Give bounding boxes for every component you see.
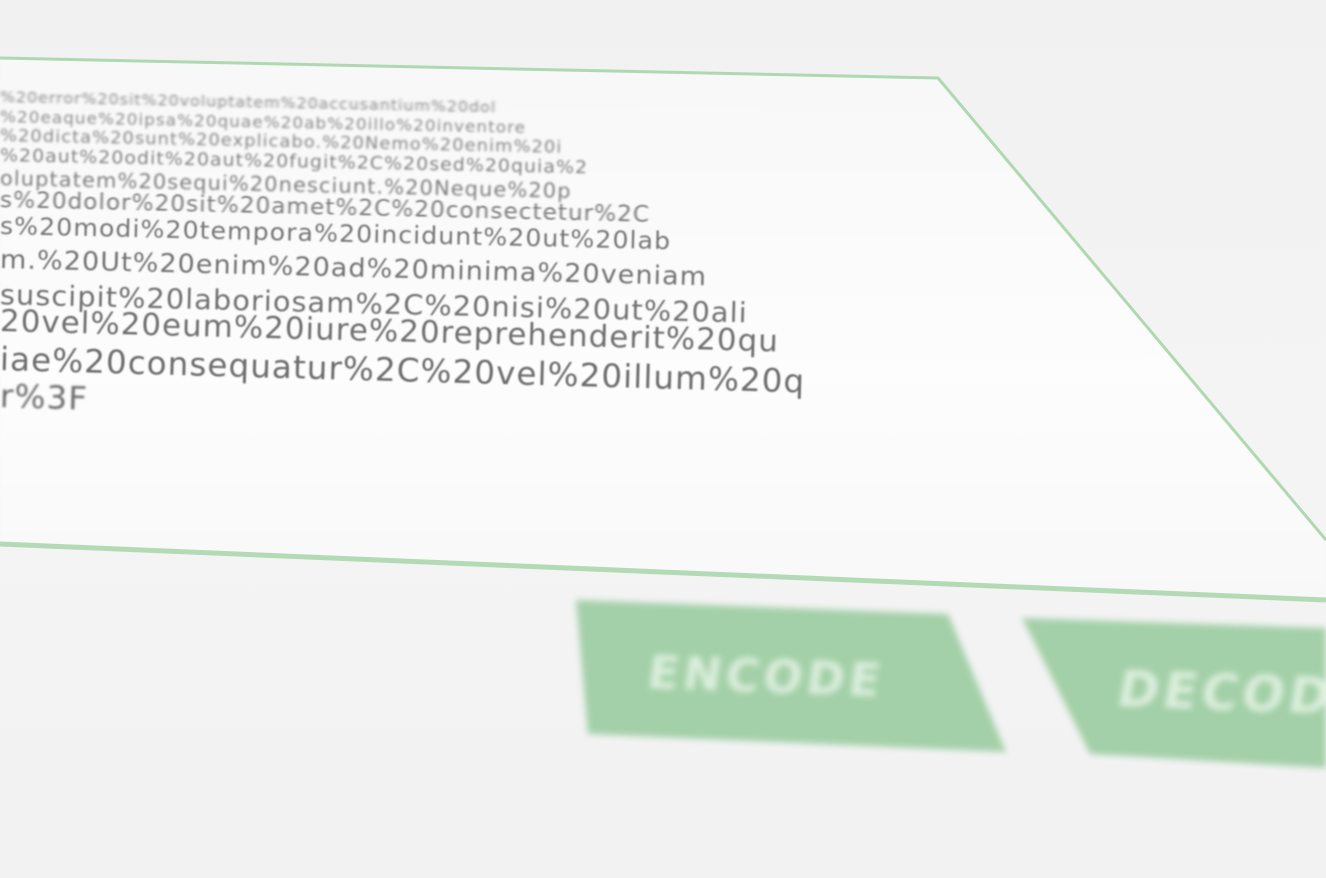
decode-button[interactable]	[1026, 620, 1326, 764]
encode-button[interactable]	[580, 604, 1000, 748]
encoded-text-area[interactable]: %20error%20sit%20voluptatem%20accusantiu…	[0, 58, 1326, 560]
app-stage: %20error%20sit%20voluptatem%20accusantiu…	[0, 0, 1326, 878]
text-line: r%3F	[0, 377, 89, 418]
